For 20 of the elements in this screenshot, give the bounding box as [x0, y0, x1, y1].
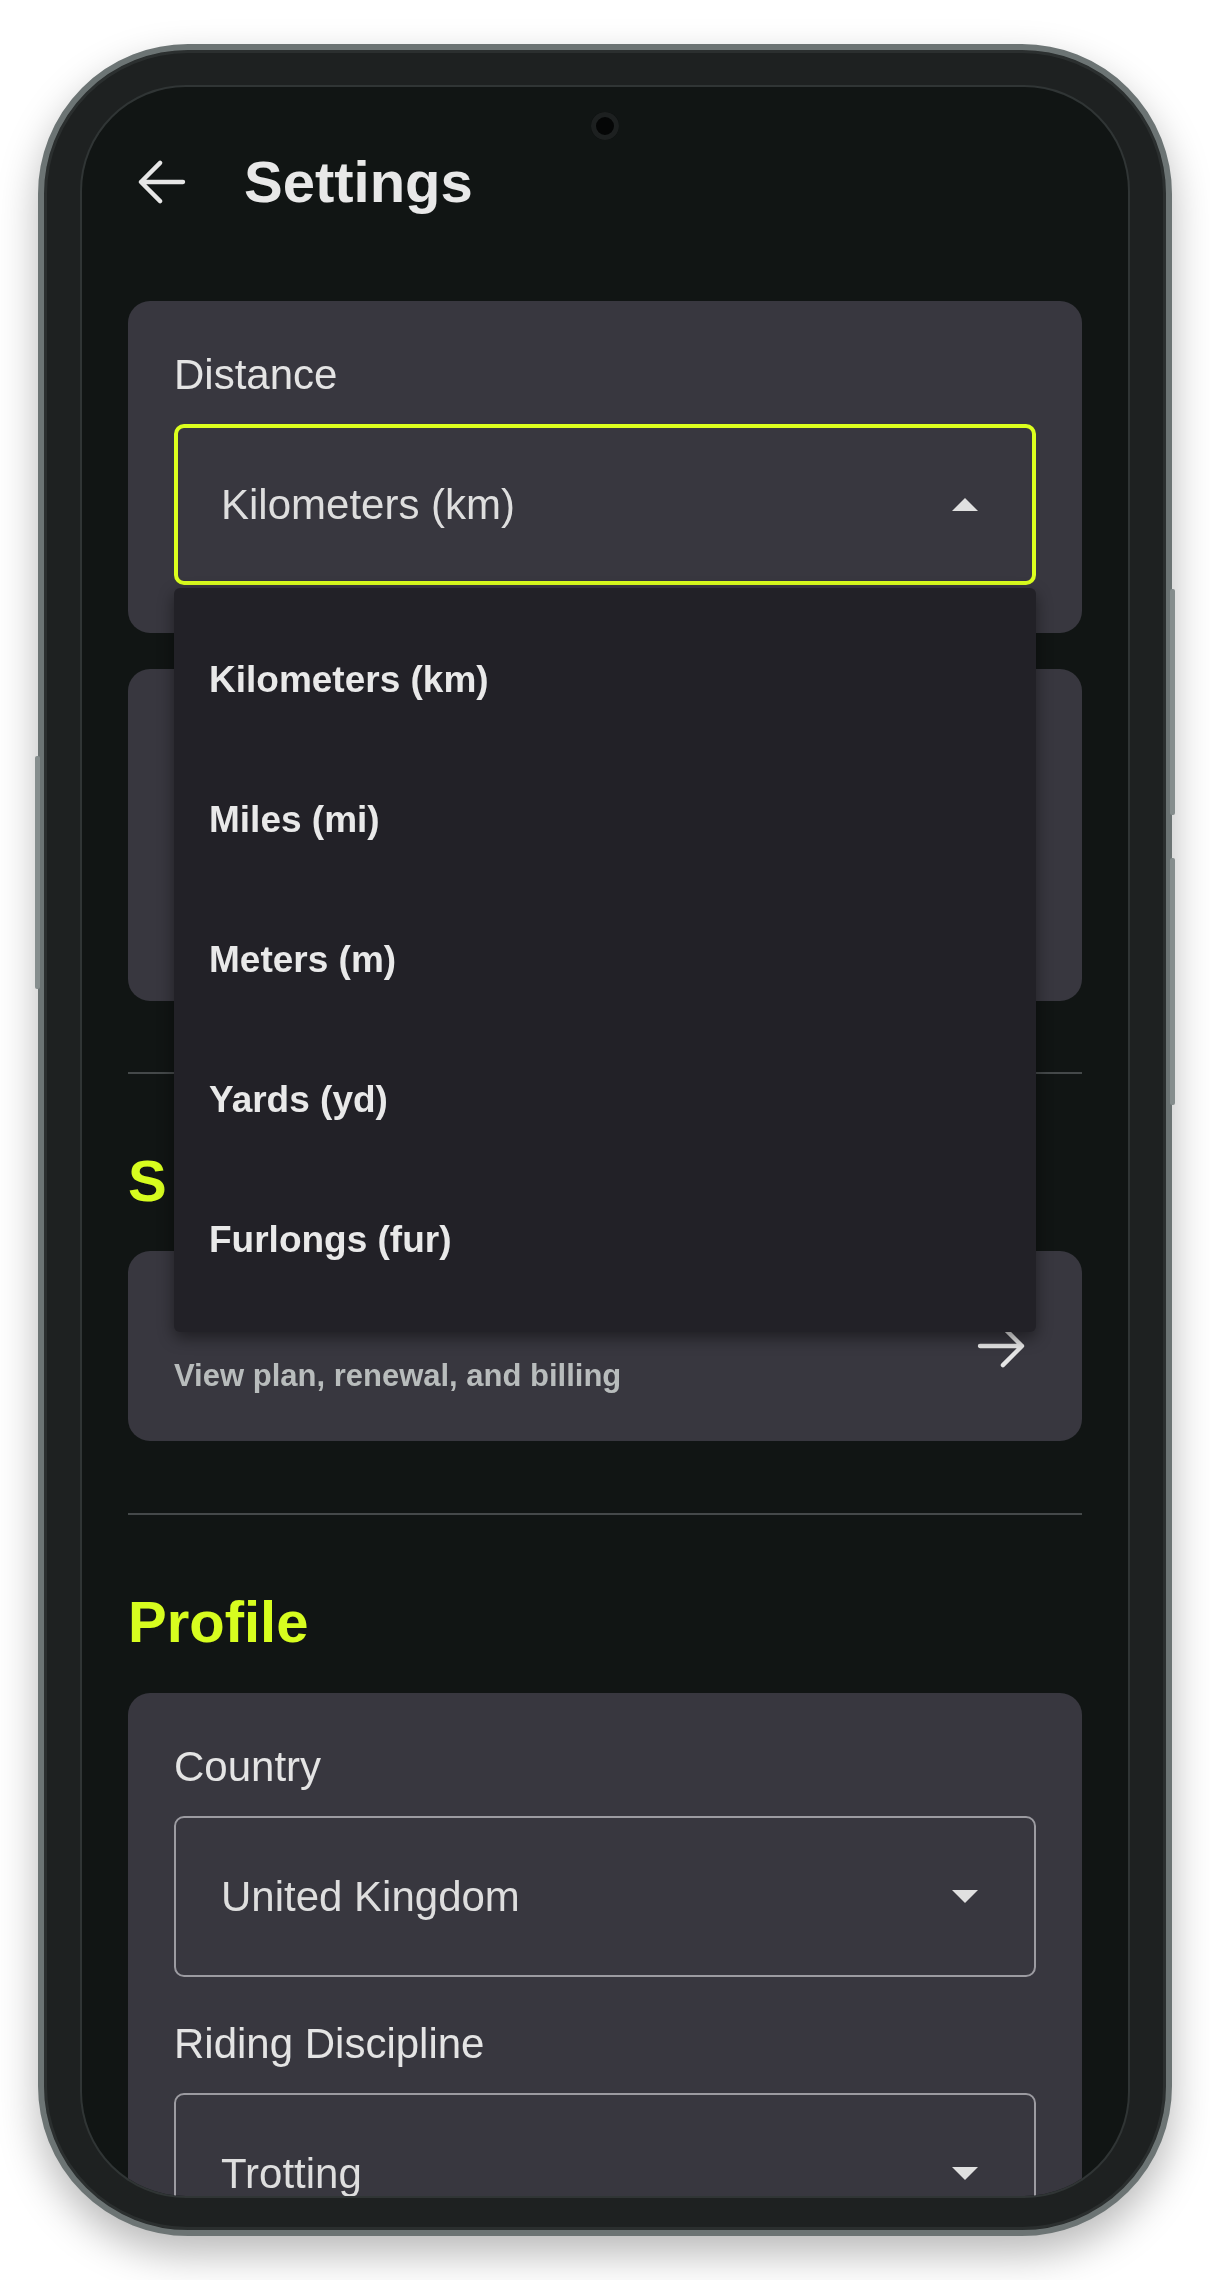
field-label: Country	[174, 1742, 323, 1792]
menu-item[interactable]: Miles (mi)	[174, 750, 1036, 890]
front-camera-icon	[591, 112, 619, 140]
back-button[interactable]	[138, 160, 186, 204]
select-field[interactable]: Kilometers (km)	[174, 424, 1036, 585]
back-icon	[138, 160, 186, 204]
select-field[interactable]: United Kingdom	[174, 1816, 1036, 1977]
section-title: Profile	[128, 1588, 310, 1656]
card-subtitle: View plan, renewal, and billing	[174, 1358, 622, 1394]
field-label: Distance	[174, 350, 339, 400]
select-field[interactable]: Trotting	[174, 2093, 1036, 2196]
menu-item[interactable]: Yards (yd)	[174, 1030, 1036, 1170]
menu-item[interactable]: Kilometers (km)	[174, 610, 1036, 750]
page-title: Settings	[244, 148, 473, 216]
field-label: Riding Discipline	[174, 2019, 486, 2069]
caret-icon	[952, 498, 978, 511]
menu-item[interactable]: Meters (m)	[174, 890, 1036, 1030]
section-title: S	[128, 1147, 168, 1215]
caret-icon	[952, 1890, 978, 1903]
caret-icon	[952, 2167, 978, 2180]
